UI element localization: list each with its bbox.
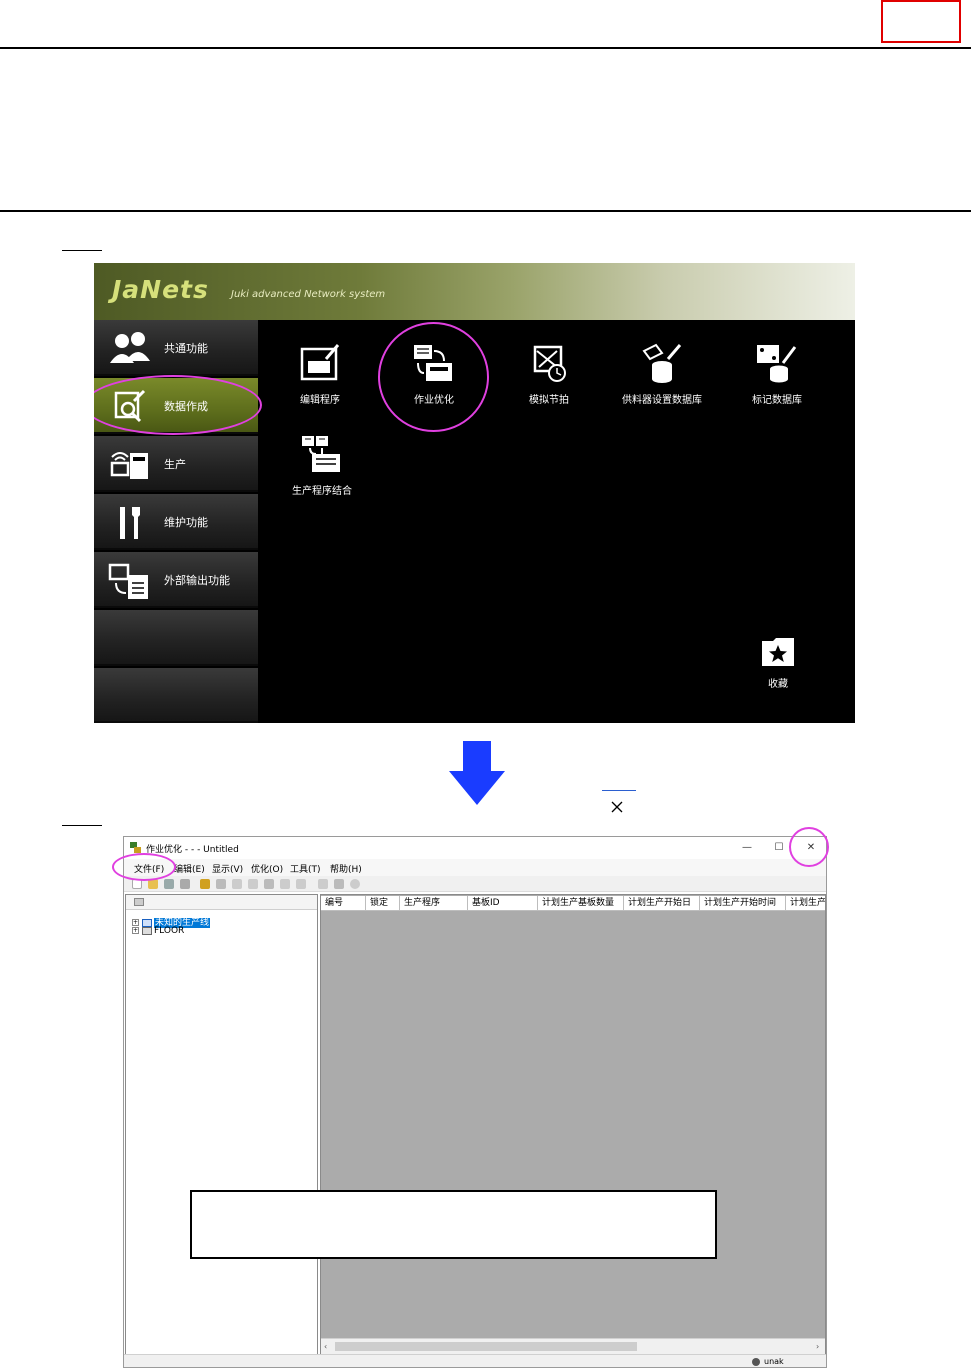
menu-edit[interactable]: 编辑(E): [174, 862, 205, 875]
menu-help[interactable]: 帮助(H): [330, 862, 362, 875]
nav-production[interactable]: 生产: [94, 436, 258, 492]
column-header[interactable]: 计划生产开始时间: [700, 896, 786, 911]
tree-toolbar: [126, 895, 317, 910]
highlight-circle-job-optimize: [378, 322, 489, 432]
step-marker-1: [62, 250, 102, 251]
tree-item-floor[interactable]: + FLOOR: [132, 926, 184, 936]
tile-edit-program[interactable]: 编辑程序: [270, 343, 370, 406]
down-arrow-icon: [449, 741, 505, 805]
nav-label: 生产: [164, 458, 186, 471]
janets-header: JaNets Juki advanced Network system: [94, 263, 855, 320]
column-header[interactable]: 计划生产: [786, 896, 825, 911]
tile-label: 供料器设置数据库: [622, 395, 702, 406]
highlight-circle-file-menu: [112, 853, 176, 881]
print-icon[interactable]: [180, 879, 190, 889]
note-box: [190, 1190, 717, 1259]
copy-icon[interactable]: [232, 879, 242, 889]
scroll-right-icon[interactable]: ›: [816, 1342, 819, 1351]
menu-optimize[interactable]: 优化(O): [251, 862, 283, 875]
delete-icon[interactable]: [264, 879, 274, 889]
minimize-button[interactable]: —: [732, 837, 762, 859]
janets-launcher: JaNets Juki advanced Network system 共通功能…: [94, 263, 855, 723]
move-up-icon[interactable]: [280, 879, 290, 889]
tree-folder-icon[interactable]: [134, 898, 144, 906]
tile-label: 编辑程序: [300, 395, 340, 406]
floor-icon: [142, 926, 152, 935]
save-icon[interactable]: [164, 879, 174, 889]
header-rule: [0, 47, 971, 49]
report-icon[interactable]: [334, 879, 344, 889]
nav-common-functions[interactable]: 共通功能: [94, 320, 258, 376]
nav-label: 外部输出功能: [164, 574, 230, 587]
expand-icon[interactable]: +: [132, 919, 139, 926]
mark-db-icon: [757, 345, 797, 383]
column-header[interactable]: 编号: [321, 896, 366, 911]
tile-simulate-tact[interactable]: 模拟节拍: [499, 343, 599, 406]
settings-icon[interactable]: [200, 879, 210, 889]
statusbar: unak: [124, 1354, 826, 1367]
nav-label: 共通功能: [164, 342, 208, 355]
menu-view[interactable]: 显示(V): [212, 862, 243, 875]
user-icon: [752, 1358, 760, 1366]
cut-icon[interactable]: [216, 879, 226, 889]
menu-tools[interactable]: 工具(T): [290, 862, 321, 875]
tile-feeder-db[interactable]: 供料器设置数据库: [612, 343, 712, 406]
window-titlebar[interactable]: 作业优化 - - - Untitled — ☐ ✕: [124, 837, 826, 859]
expand-icon[interactable]: +: [132, 927, 139, 934]
column-header[interactable]: 基板ID: [468, 896, 538, 911]
tile-label: 模拟节拍: [529, 395, 569, 406]
column-header[interactable]: 锁定: [366, 896, 400, 911]
janets-subtitle: Juki advanced Network system: [231, 289, 386, 300]
move-down-icon[interactable]: [296, 879, 306, 889]
column-header[interactable]: 计划生产开始日: [624, 896, 700, 911]
tree-item-label: FLOOR: [154, 926, 185, 936]
step-marker-2: [62, 825, 102, 826]
grid-header: 编号 锁定 生产程序 基板ID 计划生产基板数量 计划生产开始日 计划生产开始时…: [321, 896, 825, 911]
horizontal-scrollbar[interactable]: ‹ ›: [321, 1338, 825, 1354]
toolbar: [124, 876, 826, 892]
column-header[interactable]: 生产程序: [400, 896, 468, 911]
status-user: unak: [764, 1357, 784, 1366]
scroll-left-icon[interactable]: ‹: [324, 1342, 327, 1351]
page-number-box: [881, 0, 961, 43]
nav-maintenance[interactable]: 维护功能: [94, 494, 258, 550]
nav-empty-slot: [94, 668, 258, 723]
close-hint-icon: [611, 801, 623, 813]
maintenance-tools-icon: [120, 507, 140, 539]
program-merge-icon: [302, 436, 340, 472]
paste-icon[interactable]: [248, 879, 258, 889]
column-header[interactable]: 计划生产基板数量: [538, 896, 624, 911]
tile-program-merge[interactable]: 生产程序结合: [272, 434, 372, 497]
production-plan-grid: 编号 锁定 生产程序 基板ID 计划生产基板数量 计划生产开始日 计划生产开始时…: [320, 894, 826, 1355]
app-icon: [130, 842, 141, 853]
edit-program-icon: [300, 344, 340, 381]
calculate-icon[interactable]: [318, 879, 328, 889]
nav-label: 维护功能: [164, 516, 208, 529]
simulate-tact-icon: [533, 345, 566, 382]
section-rule: [0, 210, 971, 212]
nav-empty-slot: [94, 610, 258, 666]
menubar: 文件(F) 编辑(E) 显示(V) 优化(O) 工具(T) 帮助(H): [124, 859, 826, 876]
close-hint-rule: [602, 790, 636, 791]
favorites-star-icon: [762, 638, 794, 666]
export-icon: [108, 563, 148, 599]
highlight-circle-close: [789, 827, 829, 867]
line-tree-pane: + 未知的生产线 + FLOOR: [125, 894, 318, 1355]
scrollbar-thumb[interactable]: [335, 1342, 637, 1351]
stop-icon[interactable]: [350, 879, 360, 889]
tile-mark-db[interactable]: 标记数据库: [727, 343, 827, 406]
tile-label: 生产程序结合: [292, 486, 352, 497]
job-optimize-window: 作业优化 - - - Untitled — ☐ ✕ 文件(F) 编辑(E) 显示…: [123, 836, 827, 1368]
tile-favorites[interactable]: 收藏: [728, 637, 828, 690]
janets-logo: JaNets: [112, 275, 209, 304]
nav-external-output[interactable]: 外部输出功能: [94, 552, 258, 608]
tile-label: 标记数据库: [752, 395, 802, 406]
users-icon: [110, 332, 150, 363]
production-icon: [110, 452, 148, 479]
tile-label: 收藏: [768, 679, 788, 690]
window-title: 作业优化 - - - Untitled: [146, 845, 239, 855]
feeder-db-icon: [642, 343, 682, 383]
